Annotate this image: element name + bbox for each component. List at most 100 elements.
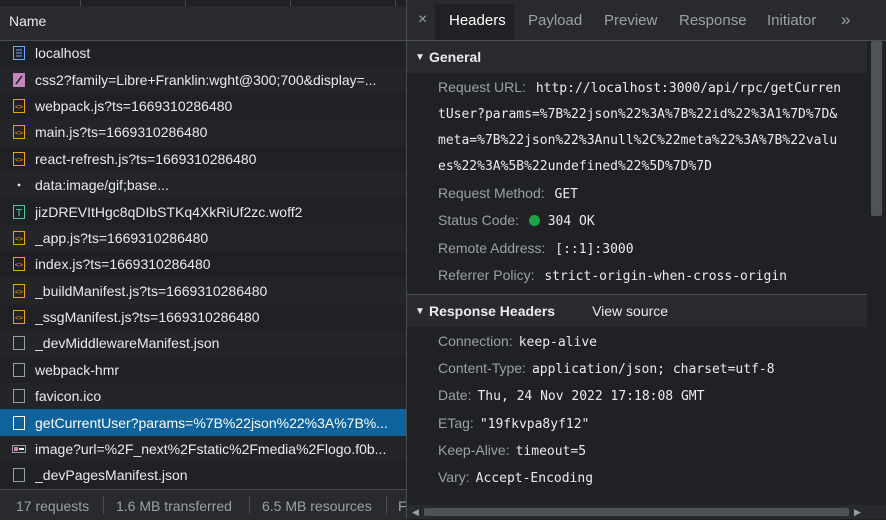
blank-file-icon	[11, 467, 27, 483]
timeline-tick	[290, 0, 291, 6]
timeline-tick	[185, 0, 186, 6]
request-url-row: Request URL: http://localhost:3000/api/r…	[438, 79, 841, 96]
svg-text:<>: <>	[15, 156, 23, 164]
tab-preview[interactable]: Preview	[604, 12, 657, 29]
name-column-header[interactable]: Name	[9, 13, 46, 29]
request-row[interactable]: <> webpack.js?ts=1669310286480	[0, 93, 406, 119]
response-header-value: keep-alive	[518, 335, 597, 350]
request-row[interactable]: TjizDREVItHgc8qDIbSTKq4XkRiUf2zc.woff2	[0, 198, 406, 224]
request-method-key: Request Method:	[438, 185, 545, 201]
referrer-policy-key: Referrer Policy:	[438, 267, 535, 283]
request-name: _buildManifest.js?ts=1669310286480	[35, 282, 268, 299]
request-row[interactable]: image?url=%2F_next%2Fstatic%2Fmedia%2Flo…	[0, 435, 406, 463]
timeline-tick	[80, 0, 81, 6]
requests-count: 17 requests	[16, 498, 90, 514]
script-icon: <>	[11, 124, 27, 140]
close-icon[interactable]: ×	[418, 11, 427, 29]
remote-address-value: [::1]:3000	[555, 242, 634, 257]
request-row[interactable]: <> _ssgManifest.js?ts=1669310286480	[0, 304, 406, 330]
vertical-scrollbar[interactable]	[867, 41, 886, 505]
response-header-key: Keep-Alive:	[438, 441, 510, 458]
svg-text:<>: <>	[15, 314, 23, 322]
request-row[interactable]: <> main.js?ts=1669310286480	[0, 119, 406, 146]
request-name: data:image/gif;base...	[35, 177, 169, 194]
horizontal-scrollbar[interactable]: ◀ ▶	[407, 505, 867, 519]
request-row[interactable]: data:image/gif;base...	[0, 171, 406, 199]
request-name: localhost	[35, 45, 91, 62]
request-list-panel: Name localhost css2?family=Libre+Franklin…	[0, 0, 407, 520]
status-code-key: Status Code:	[438, 212, 519, 228]
timeline-tick	[395, 0, 396, 6]
transferred-size: 1.6 MB transferred	[116, 498, 232, 514]
script-icon: <>	[11, 256, 27, 272]
request-rows: localhost css2?family=Libre+Franklin:wght…	[0, 40, 406, 489]
response-header-key: Connection:	[438, 333, 513, 349]
script-icon: <>	[11, 230, 27, 246]
request-name: webpack.js?ts=1669310286480	[35, 97, 233, 114]
request-details-panel: × Headers Payload Preview Response Initi…	[407, 0, 886, 519]
script-icon: <>	[11, 98, 27, 114]
response-header-value: timeout=5	[515, 443, 587, 459]
request-name: jizDREVItHgc8qDIbSTKq4XkRiUf2zc.woff2	[35, 203, 303, 220]
svg-text:<>: <>	[15, 288, 23, 296]
response-headers-title: Response Headers	[429, 303, 556, 319]
tab-response[interactable]: Response	[679, 12, 747, 29]
request-row[interactable]: _devMiddlewareManifest.json	[0, 330, 406, 357]
status-overflow: F	[398, 498, 407, 514]
blank-file-icon	[11, 388, 27, 404]
tab-headers[interactable]: Headers	[449, 12, 506, 29]
status-separator	[103, 496, 104, 514]
scroll-left-icon[interactable]: ◀	[412, 507, 419, 518]
expand-triangle-icon: ▼	[415, 305, 425, 317]
status-ok-icon	[528, 215, 540, 226]
more-tabs-icon[interactable]: »	[841, 10, 850, 30]
request-row[interactable]: webpack-hmr	[0, 357, 406, 383]
blank-file-icon	[11, 362, 27, 378]
request-name: _devPagesManifest.json	[35, 467, 188, 484]
request-row[interactable]: localhost	[0, 40, 406, 66]
general-section-header[interactable]: ▼ General	[407, 41, 867, 73]
resources-size: 6.5 MB resources	[262, 498, 372, 514]
request-url-value-line-2: tUser?params=%7B%22json%22%3A%7B%22id%22…	[438, 107, 838, 122]
request-row[interactable]: css2?family=Libre+Franklin:wght@300;700&…	[0, 66, 406, 93]
svg-text:T: T	[15, 208, 23, 219]
scroll-right-icon[interactable]: ▶	[854, 507, 861, 518]
dot-image-icon	[11, 177, 27, 193]
scrollbar-thumb[interactable]	[871, 41, 882, 216]
request-row[interactable]: <> _app.js?ts=1669310286480	[0, 224, 406, 252]
timeline-strip	[0, 0, 406, 6]
response-header-key: Content-Type:	[438, 360, 526, 377]
script-icon: <>	[11, 283, 27, 299]
request-name: main.js?ts=1669310286480	[35, 124, 208, 141]
view-source-link[interactable]: View source	[592, 303, 668, 319]
font-icon: T	[11, 204, 27, 220]
response-header-row: Date: Thu, 24 Nov 2022 17:18:08 GMT	[438, 387, 704, 404]
request-row[interactable]: _devPagesManifest.json	[0, 462, 406, 488]
svg-text:<>: <>	[15, 261, 23, 269]
request-row[interactable]: <> index.js?ts=1669310286480	[0, 251, 406, 277]
request-row[interactable]: <> react-refresh.js?ts=1669310286480	[0, 146, 406, 172]
image-icon	[11, 441, 27, 457]
scrollbar-thumb[interactable]	[424, 508, 849, 516]
details-tab-bar: × Headers Payload Preview Response Initi…	[407, 0, 886, 41]
tab-payload[interactable]: Payload	[528, 12, 582, 29]
request-row[interactable]: <> _buildManifest.js?ts=1669310286480	[0, 277, 406, 304]
response-header-value: Accept-Encoding	[475, 471, 594, 486]
status-code-row: Status Code: 304 OK	[438, 212, 595, 229]
svg-text:<>: <>	[15, 235, 23, 243]
remote-address-key: Remote Address:	[438, 240, 546, 256]
request-name: _devMiddlewareManifest.json	[35, 335, 220, 352]
request-row[interactable]: getCurrentUser?params=%7B%22json%22%3A%7…	[0, 409, 406, 436]
status-code-value: 304 OK	[547, 214, 595, 229]
response-header-value: "19fkvpa8yf12"	[479, 416, 590, 432]
request-row[interactable]: favicon.ico	[0, 383, 406, 410]
headers-content: ▼ General Request URL: http://localhost:…	[407, 41, 867, 505]
response-header-row: ETag: "19fkvpa8yf12"	[438, 415, 589, 432]
status-separator	[249, 496, 250, 514]
scrollbar-corner	[867, 505, 886, 519]
response-headers-section-header[interactable]: ▼ Response Headers View source	[407, 295, 867, 327]
stylesheet-icon	[11, 72, 27, 88]
tab-initiator[interactable]: Initiator	[767, 12, 816, 29]
script-icon: <>	[11, 151, 27, 167]
response-header-key: Vary:	[438, 469, 470, 485]
